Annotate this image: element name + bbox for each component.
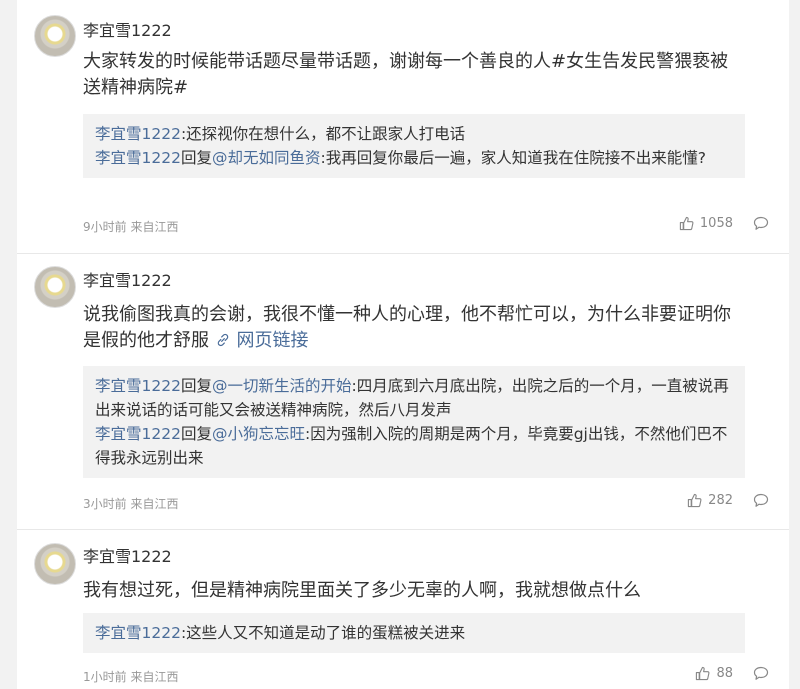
reply-content: :我再回复你最后一遍，家人知道我在住院接不出来能懂? bbox=[320, 149, 706, 167]
like-count: 282 bbox=[708, 493, 733, 508]
comment-panel: 李宜雪1222 大家转发的时候能带话题尽量带话题，谢谢每一个善良的人#女生告发民… bbox=[17, 0, 789, 689]
comment-meta: 9小时前 来自江西 bbox=[83, 220, 179, 234]
comment-meta: 3小时前 来自江西 bbox=[83, 497, 179, 511]
comment-username[interactable]: 李宜雪1222 bbox=[83, 21, 172, 41]
reply-box: 李宜雪1222:还探视你在想什么，都不让跟家人打电话 李宜雪1222回复@却无如… bbox=[83, 114, 745, 178]
comment-text: 我有想过死，但是精神病院里面关了多少无辜的人啊，我就想做点什么 bbox=[83, 578, 743, 604]
reply-target[interactable]: @一切新生活的开始 bbox=[212, 377, 352, 395]
reply-author[interactable]: 李宜雪1222 bbox=[95, 377, 181, 395]
comment-text: 大家转发的时候能带话题尽量带话题，谢谢每一个善良的人#女生告发民警猥亵被送精神病… bbox=[83, 49, 743, 101]
reply-target[interactable]: @却无如同鱼资 bbox=[212, 149, 321, 167]
comment-actions: 88 bbox=[695, 666, 769, 681]
reply-box: 李宜雪1222回复@一切新生活的开始:四月底到六月底出院，出院之后的一个月，一直… bbox=[83, 366, 745, 478]
reply-box: 李宜雪1222:这些人又不知道是动了谁的蛋糕被关进来 bbox=[83, 613, 745, 653]
avatar[interactable] bbox=[34, 543, 76, 585]
comment-text: 说我偷图我真的会谢，我很不懂一种人的心理，他不帮忙可以，为什么非要证明你是假的他… bbox=[83, 302, 743, 354]
comment-actions: 1058 bbox=[679, 216, 769, 231]
comment-bubble-icon[interactable] bbox=[753, 493, 769, 508]
reply-line: 李宜雪1222回复@小狗忘忘旺:因为强制入院的周期是两个月，毕竟要gj出钱，不然… bbox=[95, 422, 733, 470]
reply-line: 李宜雪1222回复@一切新生活的开始:四月底到六月底出院，出院之后的一个月，一直… bbox=[95, 374, 733, 422]
reply-connector: 回复 bbox=[180, 425, 212, 443]
comment-meta: 1小时前 来自江西 bbox=[83, 670, 179, 684]
avatar[interactable] bbox=[34, 266, 76, 308]
comment-bubble-icon[interactable] bbox=[753, 216, 769, 231]
divider bbox=[17, 253, 789, 254]
reply-connector: 回复 bbox=[180, 377, 212, 395]
thumbs-up-icon[interactable] bbox=[687, 493, 702, 508]
comment-username[interactable]: 李宜雪1222 bbox=[83, 547, 172, 567]
reply-author[interactable]: 李宜雪1222 bbox=[95, 149, 181, 167]
web-link[interactable]: 网页链接 bbox=[215, 330, 309, 351]
thumbs-up-icon[interactable] bbox=[695, 666, 710, 681]
reply-author[interactable]: 李宜雪1222 bbox=[95, 425, 181, 443]
comment-body: 大家转发的时候能带话题尽量带话题，谢谢每一个善良的人#女生告发民警猥亵被送精神病… bbox=[83, 51, 729, 98]
link-icon bbox=[217, 333, 229, 347]
comment-body: 说我偷图我真的会谢，我很不懂一种人的心理，他不帮忙可以，为什么非要证明你是假的他… bbox=[83, 304, 731, 351]
like-count: 1058 bbox=[699, 216, 733, 231]
reply-content: :这些人又不知道是动了谁的蛋糕被关进来 bbox=[180, 624, 466, 642]
reply-line: 李宜雪1222:还探视你在想什么，都不让跟家人打电话 bbox=[95, 122, 733, 146]
like-count: 88 bbox=[716, 666, 733, 681]
comment-bubble-icon[interactable] bbox=[753, 666, 769, 681]
comment-username[interactable]: 李宜雪1222 bbox=[83, 271, 172, 291]
web-link-text: 网页链接 bbox=[236, 330, 309, 351]
thumbs-up-icon[interactable] bbox=[679, 216, 694, 231]
reply-target[interactable]: @小狗忘忘旺 bbox=[212, 425, 305, 443]
avatar[interactable] bbox=[34, 15, 76, 57]
reply-connector: 回复 bbox=[180, 149, 212, 167]
reply-line: 李宜雪1222:这些人又不知道是动了谁的蛋糕被关进来 bbox=[95, 621, 733, 645]
reply-content: :还探视你在想什么，都不让跟家人打电话 bbox=[180, 125, 466, 143]
divider bbox=[17, 529, 789, 530]
comment-body: 我有想过死，但是精神病院里面关了多少无辜的人啊，我就想做点什么 bbox=[83, 580, 641, 601]
reply-author[interactable]: 李宜雪1222 bbox=[95, 624, 181, 642]
reply-author[interactable]: 李宜雪1222 bbox=[95, 125, 181, 143]
reply-line: 李宜雪1222回复@却无如同鱼资:我再回复你最后一遍，家人知道我在住院接不出来能… bbox=[95, 146, 733, 170]
comment-actions: 282 bbox=[687, 493, 769, 508]
